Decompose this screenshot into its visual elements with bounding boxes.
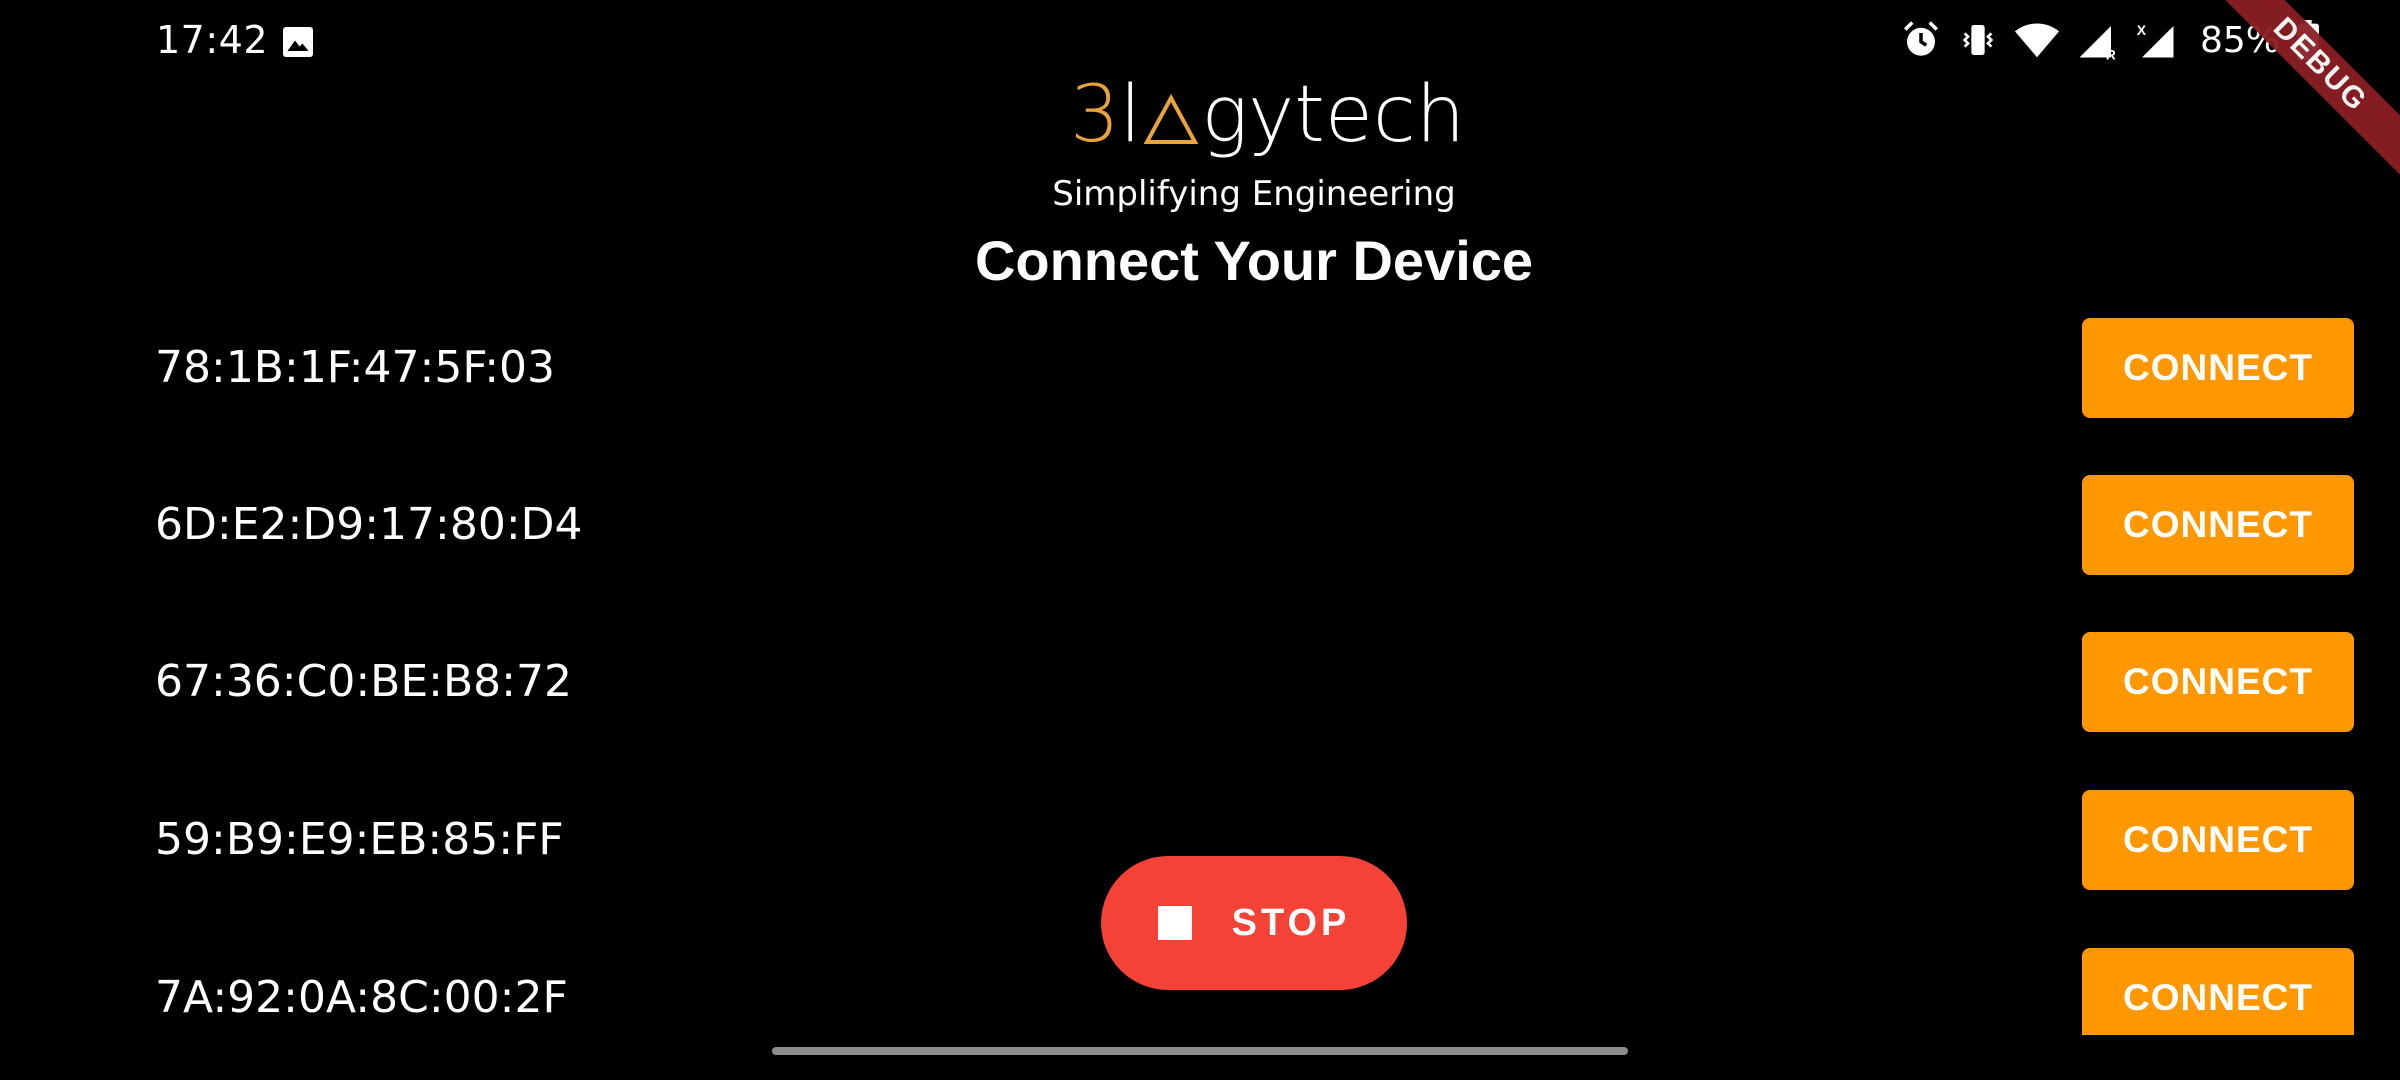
- device-address: 59:B9:E9:EB:85:FF: [155, 814, 564, 865]
- status-clock: 17:42: [156, 18, 269, 62]
- company-logo: 3 l gytech: [1070, 70, 1465, 160]
- connect-button[interactable]: CONNECT: [2082, 632, 2354, 732]
- signal-r-icon: R: [2079, 26, 2116, 61]
- logo-part-gytech: gytech: [1201, 70, 1466, 160]
- alarm-icon: [1903, 21, 1938, 56]
- device-address: 78:1B:1F:47:5F:03: [155, 342, 556, 393]
- device-address: 67:36:C0:BE:B8:72: [155, 656, 572, 707]
- list-item: 67:36:C0:BE:B8:72 CONNECT: [0, 632, 2400, 732]
- stop-label: STOP: [1231, 901, 1351, 944]
- logo-part-l: l: [1119, 70, 1142, 160]
- connect-button[interactable]: CONNECT: [2082, 318, 2354, 418]
- stop-icon: [1157, 906, 1192, 940]
- connect-button[interactable]: CONNECT: [2082, 948, 2354, 1035]
- stop-scan-button[interactable]: STOP: [1101, 856, 1407, 990]
- device-address: 7A:92:0A:8C:00:2F: [155, 972, 568, 1023]
- svg-text:R: R: [2106, 46, 2116, 61]
- connect-button[interactable]: CONNECT: [2082, 790, 2354, 890]
- connect-button[interactable]: CONNECT: [2082, 475, 2354, 575]
- signal-x-icon: X: [2137, 22, 2174, 58]
- triangle-icon: [1143, 94, 1199, 144]
- status-bar: 17:42 R X 85%: [0, 0, 2400, 80]
- gesture-nav-handle[interactable]: [772, 1047, 1628, 1055]
- gallery-icon: [283, 27, 313, 57]
- vibrate-icon: [1962, 25, 1994, 55]
- page-title: Connect Your Device: [974, 229, 1534, 292]
- logo-part-3: 3: [1070, 70, 1120, 160]
- list-item: 6D:E2:D9:17:80:D4 CONNECT: [0, 475, 2400, 575]
- list-item: 78:1B:1F:47:5F:03 CONNECT: [0, 318, 2400, 418]
- device-address: 6D:E2:D9:17:80:D4: [155, 499, 583, 550]
- wifi-icon: [2014, 23, 2060, 58]
- svg-text:X: X: [2137, 22, 2147, 38]
- logo-tagline: Simplifying Engineering: [1052, 174, 1456, 214]
